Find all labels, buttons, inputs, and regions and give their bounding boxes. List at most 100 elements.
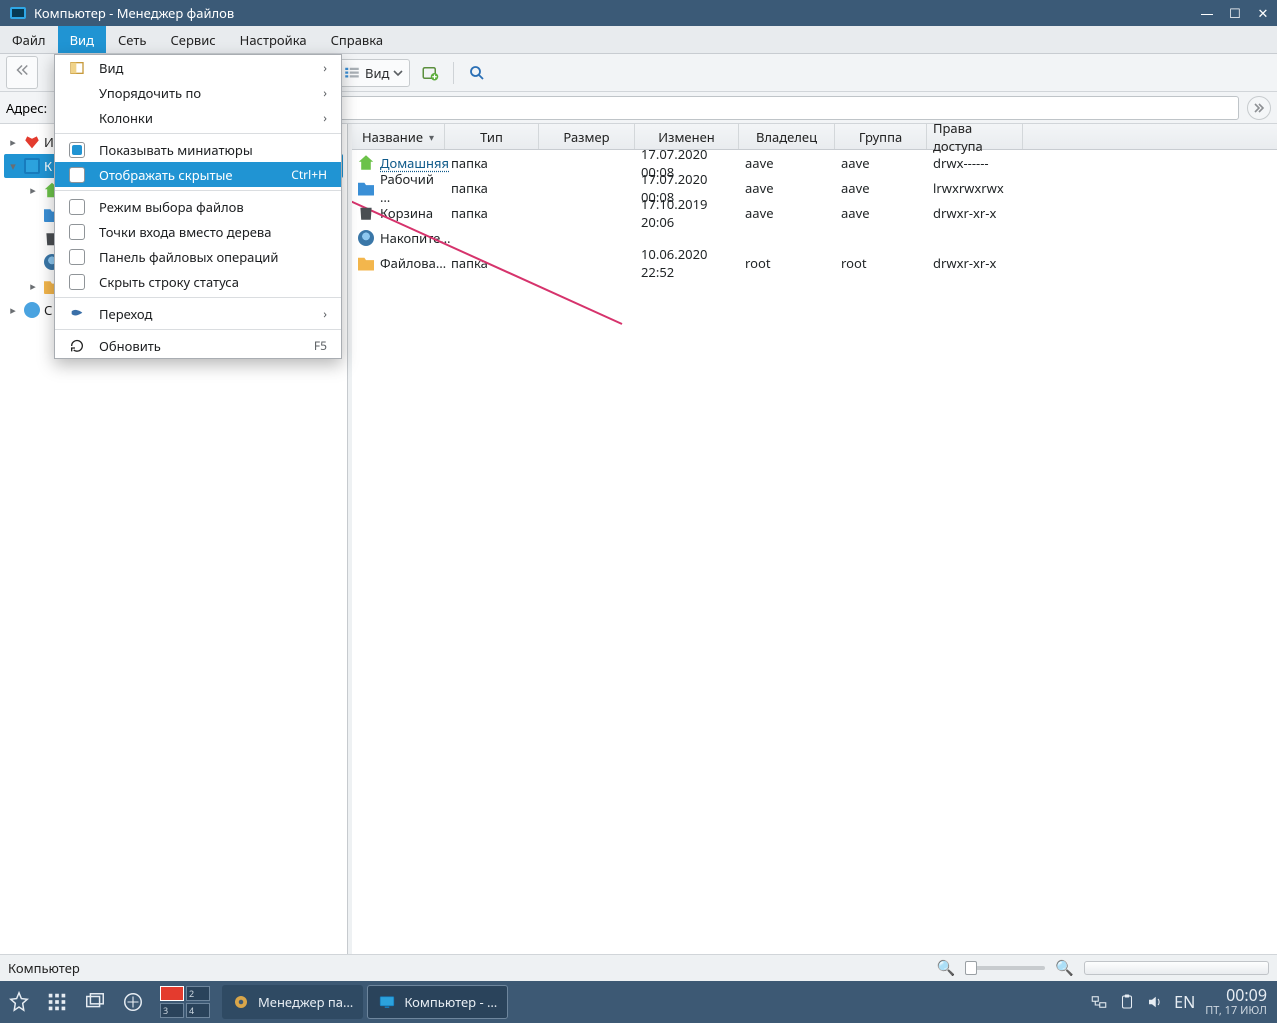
dropdown-item[interactable]: Скрыть строку статуса [55, 269, 341, 294]
taskbar-app-1-label: Менеджер па… [258, 993, 353, 1011]
cell-name: Рабочий … [352, 170, 445, 206]
file-row[interactable]: Рабочий …папка17.07.2020 00:08aaveaavelr… [352, 175, 1277, 200]
tree-label: К [44, 157, 52, 175]
volume-tray-icon[interactable] [1146, 993, 1164, 1011]
tree-expand-icon[interactable]: ▸ [6, 303, 20, 318]
column-header-group[interactable]: Группа [835, 124, 927, 149]
keyboard-layout[interactable]: EN [1174, 991, 1195, 1013]
windows-button[interactable] [76, 981, 114, 1023]
file-row[interactable]: Накопите… [352, 225, 1277, 250]
column-header-modified[interactable]: Изменен [635, 124, 739, 149]
status-text: Компьютер [8, 959, 80, 977]
cell-modified: 10.06.2020 22:52 [635, 245, 739, 281]
checkbox-icon [69, 249, 85, 265]
dropdown-item[interactable]: Режим выбора файлов [55, 194, 341, 219]
column-header-type[interactable]: Тип [445, 124, 539, 149]
cell-owner: aave [739, 154, 835, 172]
dropdown-item-label: Панель файловых операций [99, 248, 341, 266]
chevron-right-icon: › [323, 109, 341, 126]
file-row[interactable]: Домашняяпапка17.07.2020 00:08aaveaavedrw… [352, 150, 1277, 175]
clock[interactable]: 00:09 ПТ, 17 ИЮЛ [1205, 987, 1267, 1017]
apps-grid-button[interactable] [38, 981, 76, 1023]
maximize-button[interactable]: ☐ [1221, 0, 1249, 26]
net-icon [24, 302, 40, 318]
new-tab-button[interactable] [414, 59, 446, 87]
menu-settings[interactable]: Настройка [228, 26, 319, 53]
column-header-owner[interactable]: Владелец [739, 124, 835, 149]
menu-view[interactable]: Вид [58, 26, 106, 53]
show-desktop-button[interactable] [114, 981, 152, 1023]
dropdown-item[interactable]: Переход› [55, 301, 341, 326]
chevron-left-double-icon [13, 61, 31, 79]
column-header-perm[interactable]: Права доступа [927, 124, 1023, 149]
cell-group: aave [835, 154, 927, 172]
dropdown-item[interactable]: Точки входа вместо дерева [55, 219, 341, 244]
desktop-4[interactable]: 4 [186, 1003, 210, 1018]
cell-type: папка [445, 204, 539, 222]
clipboard-tray-icon[interactable] [1118, 993, 1136, 1011]
close-button[interactable]: ✕ [1249, 0, 1277, 26]
dropdown-item[interactable]: Отображать скрытыеCtrl+H [55, 162, 341, 187]
file-row[interactable]: Корзинапапка17.10.2019 20:06aaveaavedrwx… [352, 200, 1277, 225]
zoom-in-icon[interactable]: 🔍 [1055, 958, 1074, 978]
cell-name: Корзина [352, 204, 445, 222]
zoom-out-icon[interactable]: 🔍 [937, 958, 956, 978]
tree-expand-icon[interactable]: ▸ [26, 183, 40, 198]
tree-label: С [44, 301, 52, 319]
checkbox-icon [69, 199, 85, 215]
search-button[interactable] [461, 59, 493, 87]
dropdown-item[interactable]: ОбновитьF5 [55, 333, 341, 358]
dropdown-item[interactable]: Колонки› [55, 105, 341, 130]
menu-help[interactable]: Справка [319, 26, 396, 53]
system-tray: EN 00:09 ПТ, 17 ИЮЛ [1080, 987, 1277, 1017]
tree-expand-icon[interactable]: ▸ [26, 279, 40, 294]
comp-icon [24, 158, 40, 174]
desktop-switcher[interactable]: 2 3 4 [160, 986, 210, 1018]
taskbar-app-1[interactable]: Менеджер па… [222, 985, 363, 1019]
view-mode-button[interactable]: Вид [337, 60, 409, 86]
minimize-button[interactable]: — [1193, 0, 1221, 26]
dropdown-item-label: Переход [99, 305, 323, 323]
taskbar-app-2[interactable]: Компьютер - … [367, 985, 508, 1019]
menu-service[interactable]: Сервис [158, 26, 227, 53]
folder-blue-icon [358, 180, 374, 196]
tree-expand-icon[interactable]: ▸ [6, 135, 20, 150]
dropdown-shortcut: F5 [314, 337, 341, 354]
address-go-button[interactable] [1247, 96, 1271, 120]
file-name: Корзина [380, 204, 433, 222]
view-menu-dropdown[interactable]: Вид›Упорядочить по›Колонки› Показывать ми… [54, 54, 342, 359]
dropdown-item[interactable]: Упорядочить по› [55, 80, 341, 105]
zoom-slider[interactable] [965, 966, 1045, 970]
start-button[interactable] [0, 981, 38, 1023]
menu-file[interactable]: Файл [0, 26, 58, 53]
view-mode-group: Вид [336, 59, 410, 87]
dropdown-item[interactable]: Вид› [55, 55, 341, 80]
menu-network[interactable]: Сеть [106, 26, 158, 53]
dropdown-item[interactable]: Панель файловых операций [55, 244, 341, 269]
checkbox-icon [69, 224, 85, 240]
horizontal-scrollbar[interactable] [1084, 961, 1269, 975]
dropdown-item[interactable]: Показывать миниатюры [55, 137, 341, 162]
column-header-name[interactable]: Название▾ [352, 124, 445, 149]
app-icon [10, 7, 26, 19]
network-tray-icon[interactable] [1090, 993, 1108, 1011]
desktop-3[interactable]: 3 [160, 1003, 184, 1018]
column-headers: Название▾ТипРазмерИзмененВладелецГруппаП… [352, 124, 1277, 150]
list-icon [343, 64, 361, 82]
monitor-icon [378, 993, 396, 1011]
column-header-size[interactable]: Размер [539, 124, 635, 149]
layout-icon [55, 60, 99, 76]
cell-group: aave [835, 179, 927, 197]
desktop-2[interactable]: 2 [186, 986, 210, 1001]
file-row[interactable]: Файлова…папка10.06.2020 22:52rootrootdrw… [352, 250, 1277, 275]
tree-expand-icon[interactable]: ▾ [6, 159, 20, 174]
cell-name: Файлова… [352, 254, 445, 272]
cell-owner: aave [739, 179, 835, 197]
nav-back-button[interactable] [6, 56, 38, 89]
sort-indicator-icon: ▾ [429, 130, 434, 144]
star-icon [8, 991, 30, 1013]
refresh-icon [55, 338, 99, 354]
cell-type: папка [445, 254, 539, 272]
desktop-1[interactable] [160, 986, 184, 1001]
checkbox-icon [69, 274, 85, 290]
